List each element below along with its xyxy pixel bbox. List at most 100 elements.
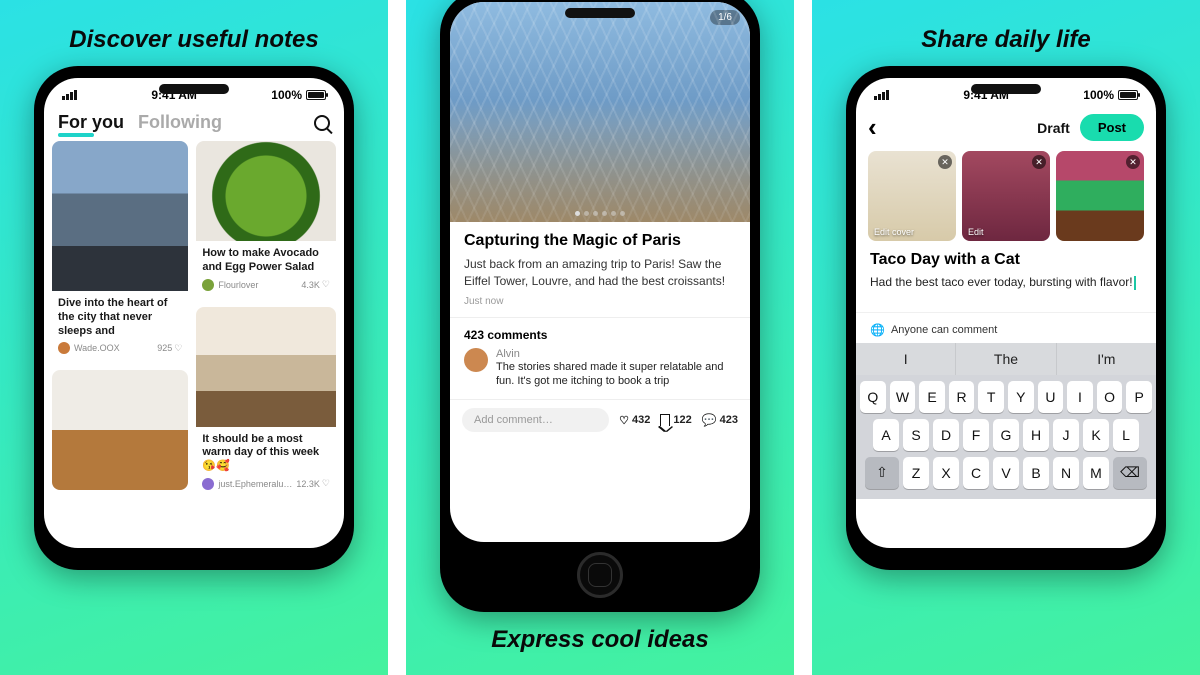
back-icon[interactable] [868,112,877,143]
post-hero-image[interactable]: 1/6 [450,2,750,222]
avatar [202,478,214,490]
post-title: Capturing the Magic of Paris [464,232,736,250]
battery-indicator: 100% [1083,88,1138,102]
keyboard-key[interactable]: C [963,457,989,489]
phone-frame-1: 9:41 AM 100% For you Following Dive into… [34,66,354,570]
keyboard-key[interactable]: B [1023,457,1049,489]
thumb-label[interactable]: Edit cover [874,227,914,237]
keyboard-key[interactable]: V [993,457,1019,489]
keyboard-key[interactable]: I [1067,381,1093,413]
card-title: Dive into the heart of the city that nev… [58,297,182,338]
like-count[interactable]: 4.3K [301,279,330,290]
phone-frame-3: 9:41 AM 100% Draft Post ✕Edit cover ✕Edi… [846,66,1166,570]
card-image [52,370,188,490]
image-counter: 1/6 [710,10,740,25]
post-time: Just now [464,296,736,307]
suggestion[interactable]: The [956,343,1056,375]
carousel-dots [575,211,625,216]
thumb-label[interactable]: Edit [968,227,984,237]
battery-indicator: 100% [271,88,326,102]
remove-icon[interactable]: ✕ [938,155,952,169]
media-thumbnails: ✕ Edit cover ✕ Edit ✕ [856,151,1156,251]
compose-body-input[interactable]: Had the best taco ever today, bursting w… [856,275,1156,294]
feed-card[interactable]: How to make Avocado and Egg Power Salad … [196,141,336,299]
compose-title-input[interactable]: Taco Day with a Cat [856,251,1156,275]
keyboard-key[interactable]: X [933,457,959,489]
keyboard-key[interactable]: G [993,419,1019,451]
keyboard-key[interactable]: S [903,419,929,451]
comment-author: Alvin [496,348,736,360]
card-user: Wade.OOX [74,343,120,353]
headline-share: Share daily life [905,26,1106,54]
keyboard-key[interactable]: H [1023,419,1049,451]
like-count[interactable]: 925 [157,343,182,354]
headline-express: Express cool ideas [491,626,708,654]
comments-button[interactable]: 423 [702,413,738,427]
draft-button[interactable]: Draft [1037,120,1070,136]
keyboard-key[interactable]: L [1113,419,1139,451]
suggestion[interactable]: I [856,343,956,375]
keyboard-key[interactable]: N [1053,457,1079,489]
save-button[interactable]: 122 [660,414,691,426]
add-comment-input[interactable]: Add comment… [462,408,609,432]
keyboard-key[interactable]: K [1083,419,1109,451]
keyboard-key[interactable]: M [1083,457,1109,489]
keyboard: QWERTYUIOP ASDFGHJKL ⇧ZXCVBNM⌫ [856,375,1156,499]
media-thumb[interactable]: ✕ [1056,151,1144,241]
keyboard-suggestions: I The I'm [856,343,1156,375]
card-title: How to make Avocado and Egg Power Salad [202,247,330,275]
suggestion[interactable]: I'm [1057,343,1156,375]
avatar [58,342,70,354]
media-thumb[interactable]: ✕ Edit [962,151,1050,241]
promo-panel-share: Share daily life 9:41 AM 100% Draft Post… [812,0,1200,675]
post-text: Just back from an amazing trip to Paris!… [464,256,736,290]
globe-icon [870,323,885,337]
keyboard-key[interactable]: R [949,381,975,413]
keyboard-key[interactable]: J [1053,419,1079,451]
signal-icon [874,90,889,100]
avatar [202,279,214,291]
search-icon[interactable] [314,115,330,131]
card-user: Flourlover [218,280,258,290]
keyboard-key[interactable]: Q [860,381,886,413]
promo-panel-express: 1/6 Capturing the Magic of Paris Just ba… [406,0,794,675]
keyboard-key[interactable]: U [1038,381,1064,413]
keyboard-key[interactable]: O [1097,381,1123,413]
remove-icon[interactable]: ✕ [1126,155,1140,169]
feed-card[interactable] [52,370,188,490]
card-image [196,307,336,427]
card-image [196,141,336,241]
keyboard-key[interactable]: A [873,419,899,451]
avatar [464,348,488,372]
keyboard-key[interactable]: Y [1008,381,1034,413]
feed-card[interactable]: It should be a most warm day of this wee… [196,307,336,498]
feed-grid[interactable]: Dive into the heart of the city that nev… [44,141,344,548]
like-count[interactable]: 12.3K [296,478,330,489]
comments-count: 423 comments [450,328,750,348]
visibility-selector[interactable]: Anyone can comment [856,312,1156,343]
shift-key[interactable]: ⇧ [865,457,899,489]
compose-header: Draft Post [856,106,1156,151]
tab-following[interactable]: Following [138,112,222,133]
keyboard-key[interactable]: T [978,381,1004,413]
home-button[interactable] [577,552,623,598]
comment-text: The stories shared made it super relatab… [496,360,736,390]
like-button[interactable]: 432 [619,414,650,427]
bookmark-icon [660,414,670,426]
feed-tabs: For you Following [44,106,344,141]
media-thumb[interactable]: ✕ Edit cover [868,151,956,241]
feed-card[interactable]: Dive into the heart of the city that nev… [52,141,188,362]
remove-icon[interactable]: ✕ [1032,155,1046,169]
keyboard-key[interactable]: D [933,419,959,451]
keyboard-key[interactable]: E [919,381,945,413]
post-button[interactable]: Post [1080,114,1144,141]
keyboard-key[interactable]: W [890,381,916,413]
keyboard-key[interactable]: Z [903,457,929,489]
card-image [52,141,188,291]
keyboard-key[interactable]: F [963,419,989,451]
keyboard-key[interactable]: P [1126,381,1152,413]
comment-item[interactable]: Alvin The stories shared made it super r… [450,348,750,400]
backspace-key[interactable]: ⌫ [1113,457,1147,489]
signal-icon [62,90,77,100]
tab-for-you[interactable]: For you [58,112,124,133]
